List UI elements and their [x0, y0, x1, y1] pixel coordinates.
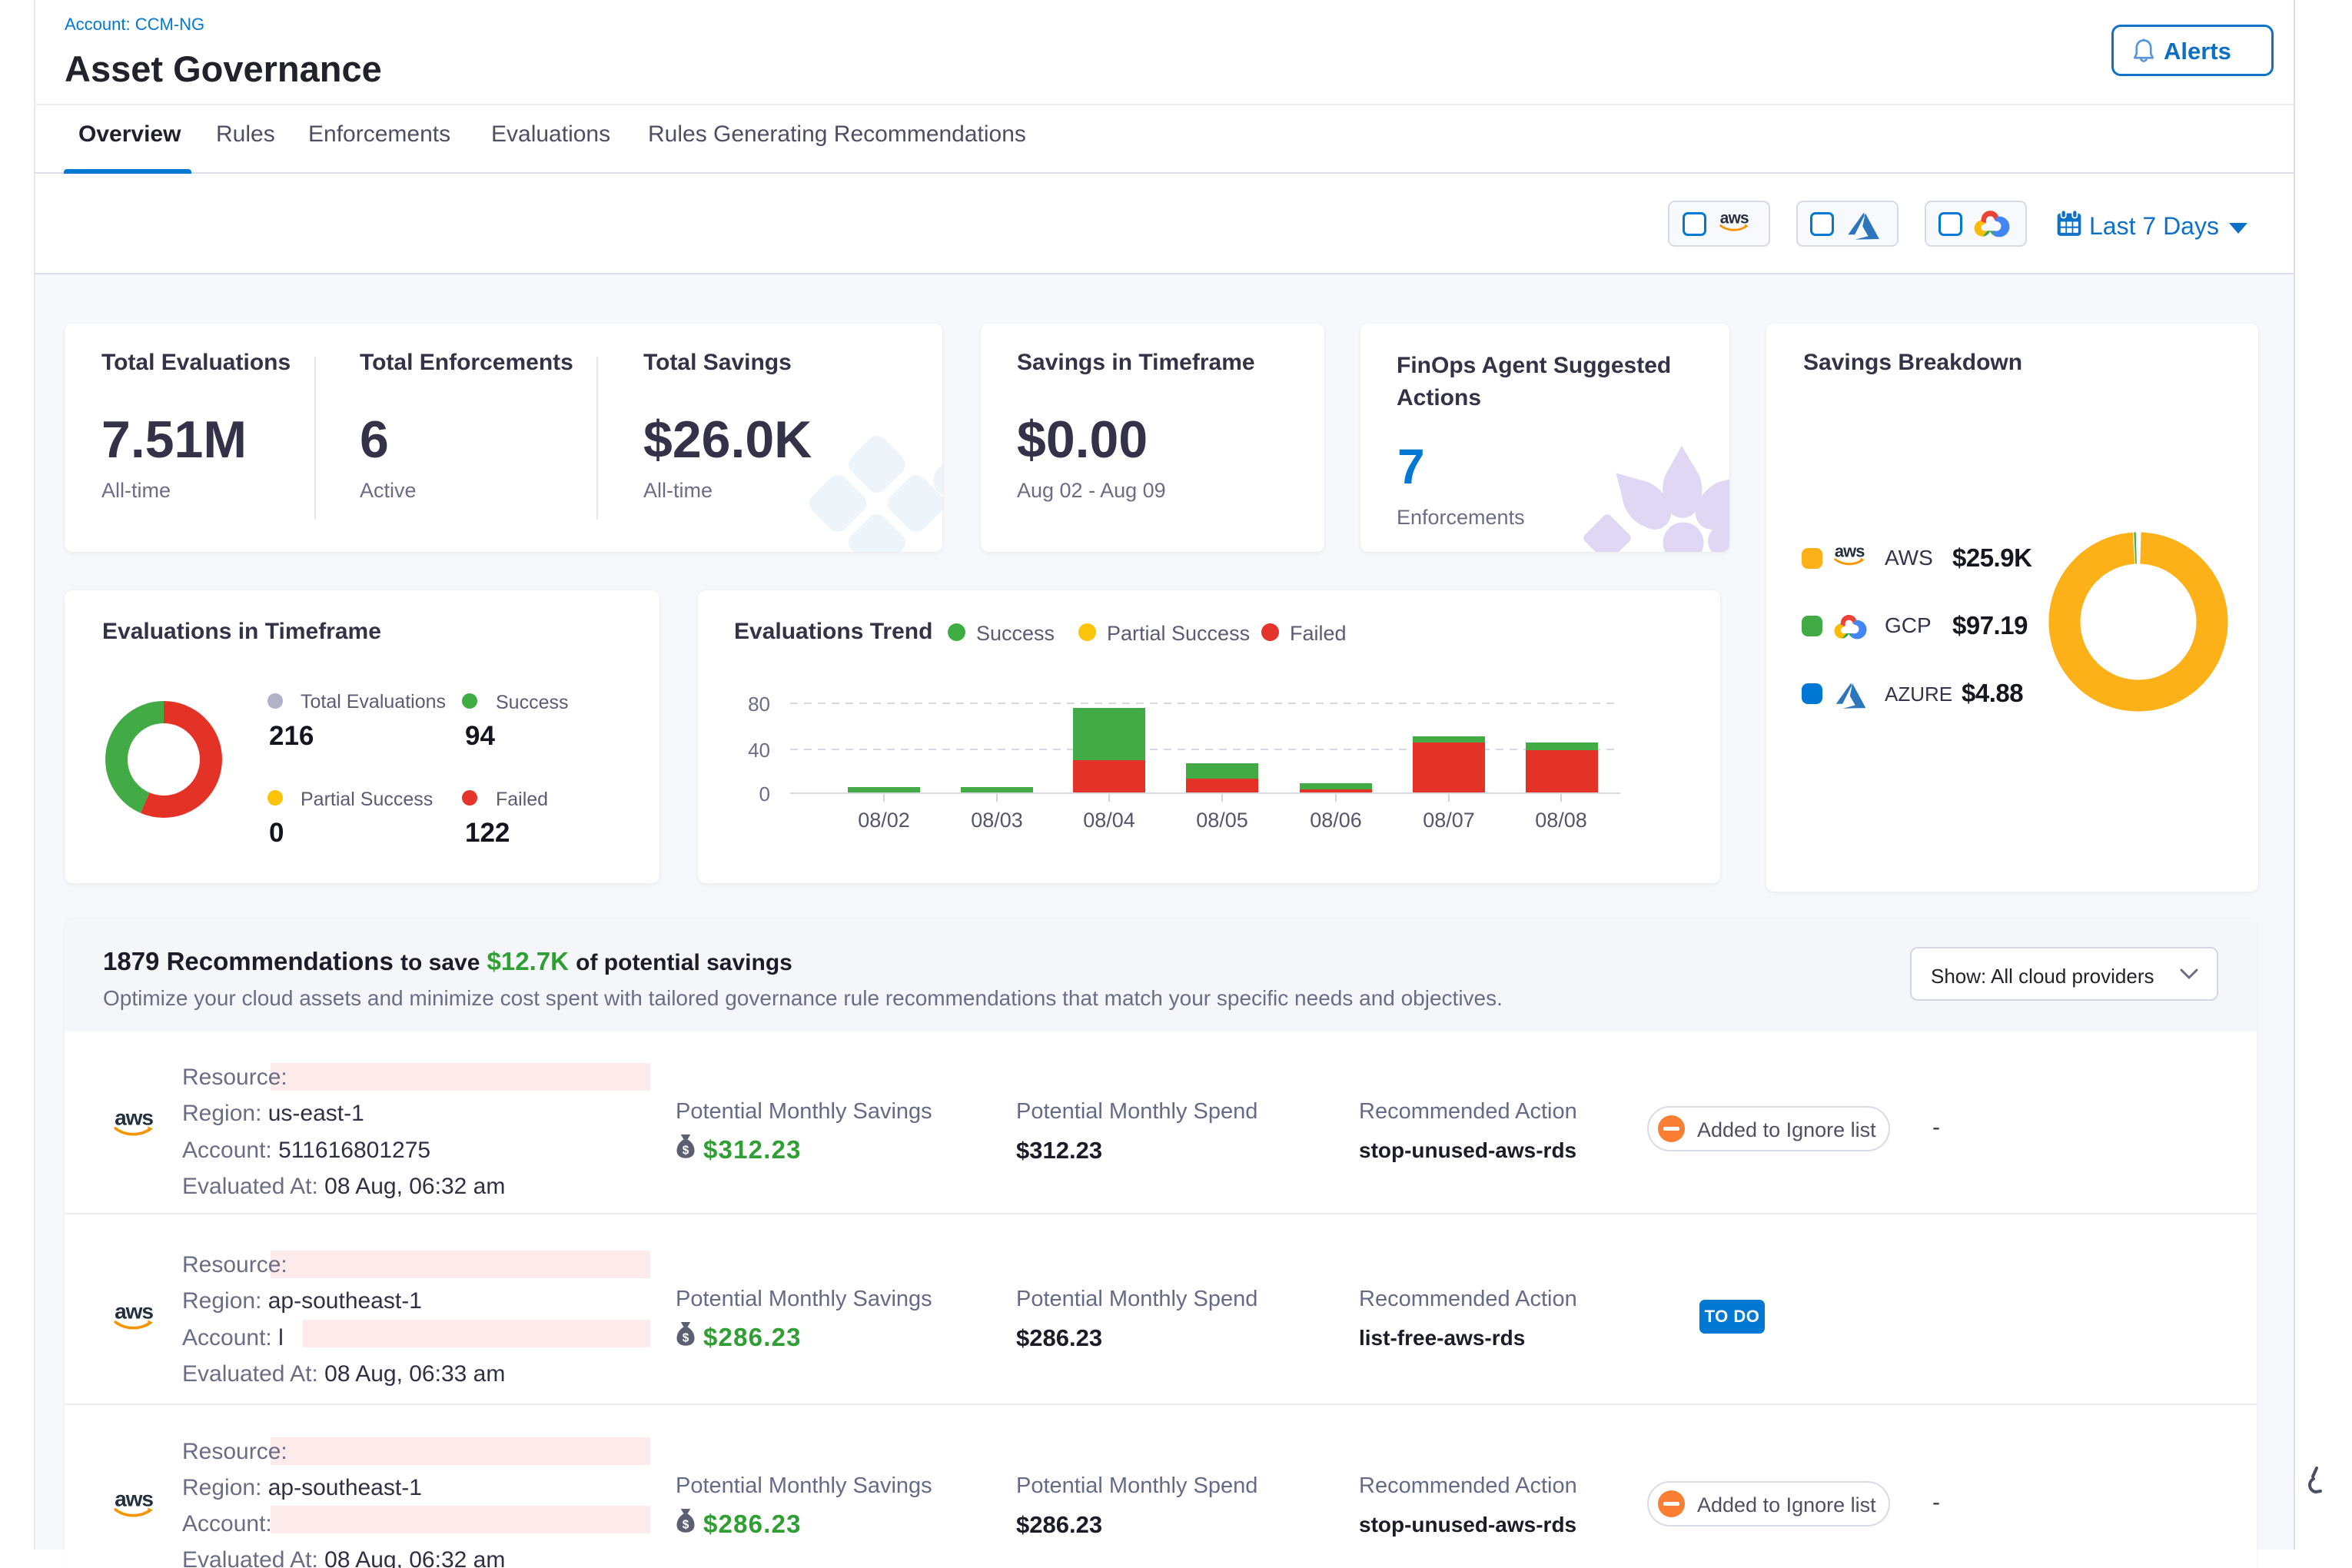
- svg-text:aws: aws: [1835, 543, 1865, 561]
- svg-text:aws: aws: [1720, 211, 1749, 227]
- svg-text:$: $: [683, 1519, 689, 1532]
- svg-text:aws: aws: [115, 1489, 153, 1511]
- svg-text:aws: aws: [115, 1301, 153, 1324]
- svg-text:$: $: [683, 1332, 689, 1345]
- svg-text:aws: aws: [115, 1108, 153, 1130]
- svg-text:$: $: [683, 1144, 689, 1158]
